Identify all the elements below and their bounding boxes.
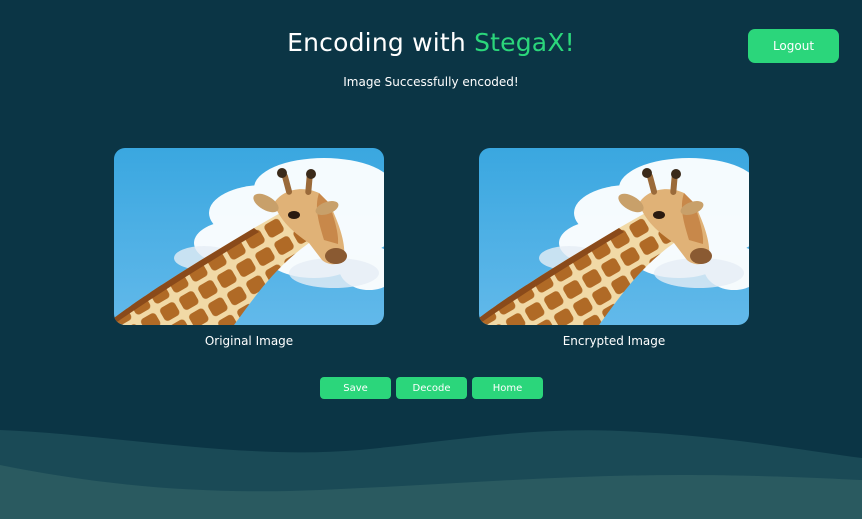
- title-prefix: Encoding with: [287, 28, 475, 57]
- encode-result-page: Encoding with StegaX! Image Successfully…: [0, 0, 862, 519]
- status-message: Image Successfully encoded!: [343, 75, 519, 89]
- decorative-wave: [0, 430, 862, 519]
- brand-name: StegaX!: [474, 28, 575, 57]
- encrypted-image: [479, 148, 749, 325]
- original-image-caption: Original Image: [204, 334, 294, 348]
- encrypted-image-caption: Encrypted Image: [562, 334, 666, 348]
- home-button[interactable]: Home: [472, 377, 543, 399]
- logout-button[interactable]: Logout: [748, 29, 839, 63]
- page-title: Encoding with StegaX!: [0, 28, 862, 57]
- original-image: [114, 148, 384, 325]
- action-bar: Save Decode Home: [320, 377, 543, 399]
- save-button[interactable]: Save: [320, 377, 391, 399]
- decode-button[interactable]: Decode: [396, 377, 467, 399]
